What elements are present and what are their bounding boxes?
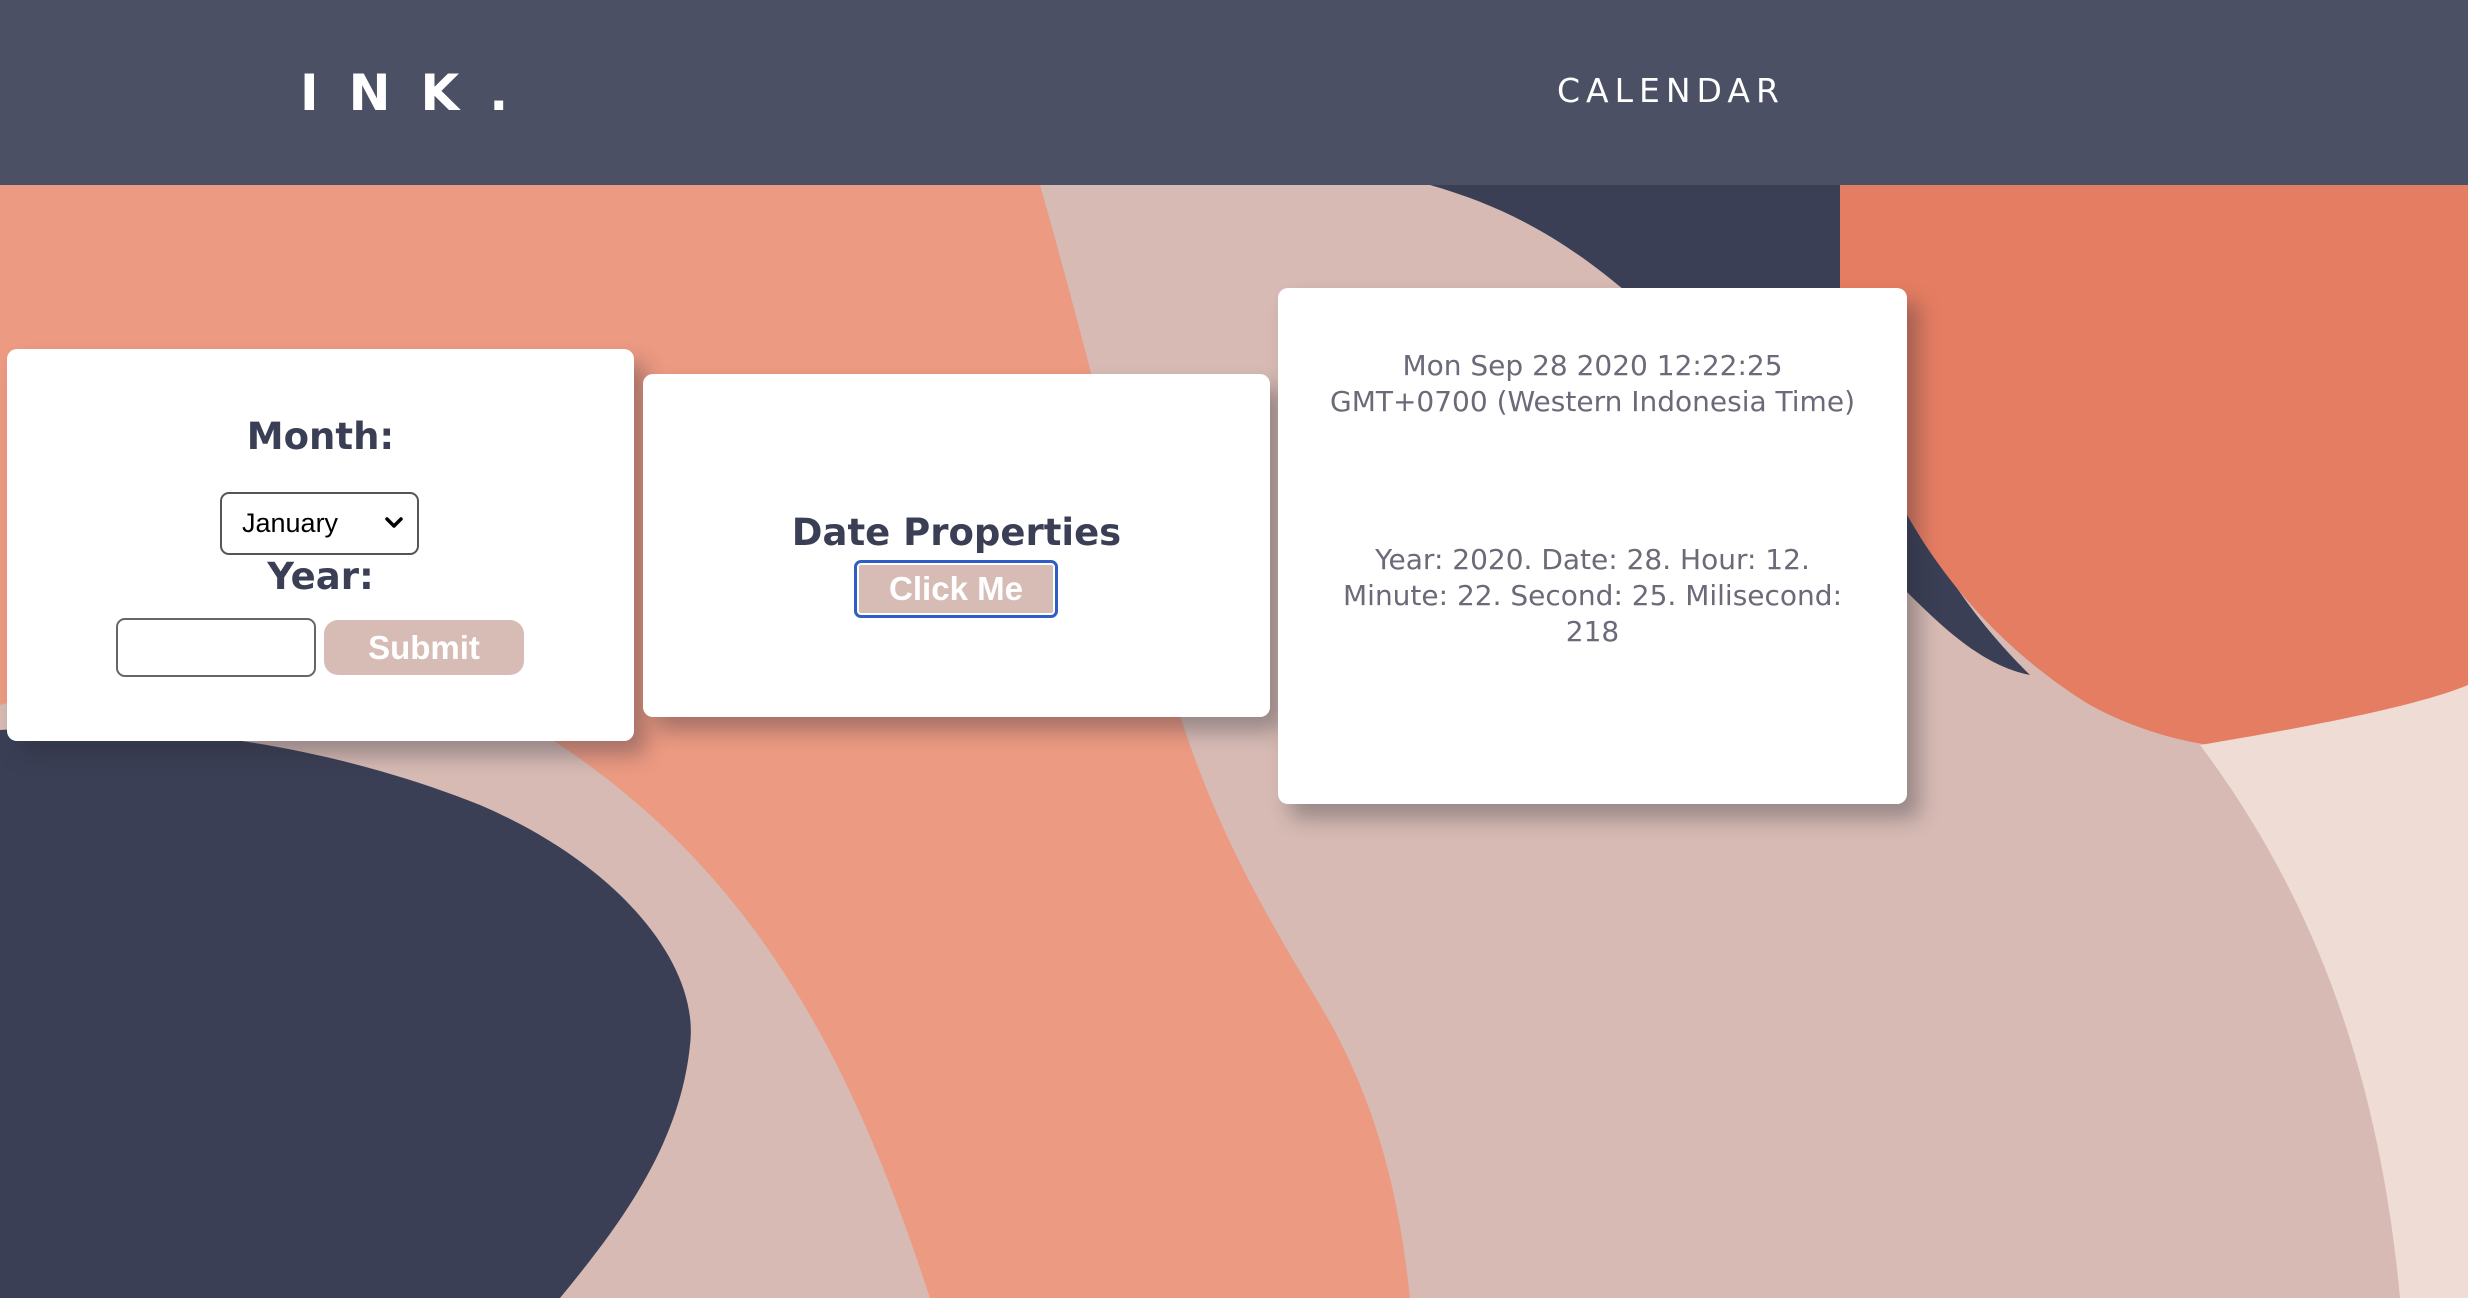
chevron-down-icon <box>385 517 403 528</box>
year-label: Year: <box>267 555 374 598</box>
year-input[interactable] <box>116 618 316 677</box>
month-label: Month: <box>246 415 395 458</box>
current-date-text: Mon Sep 28 2020 12:22:25 GMT+0700 (Weste… <box>1330 349 1855 418</box>
month-select-value: January <box>242 508 339 538</box>
month-select[interactable]: January <box>220 492 419 555</box>
date-properties-text: Year: 2020. Date: 28. Hour: 12. Minute: … <box>1343 543 1842 648</box>
month-year-form-card: Month: January Year: Submit <box>7 349 634 741</box>
date-properties-title: Date Properties <box>791 511 1122 554</box>
submit-button[interactable]: Submit <box>324 620 524 675</box>
page: INK. CALENDAR Month: January Year: Submi… <box>0 0 2468 1298</box>
nav-calendar-link[interactable]: CALENDAR <box>1557 68 1785 114</box>
click-me-button[interactable]: Click Me <box>854 560 1058 618</box>
site-header: INK. CALENDAR <box>0 0 2468 185</box>
date-output-card: Mon Sep 28 2020 12:22:25 GMT+0700 (Weste… <box>1278 288 1907 804</box>
site-logo[interactable]: INK. <box>300 58 538 128</box>
date-properties-card: Date Properties Click Me <box>643 374 1270 717</box>
